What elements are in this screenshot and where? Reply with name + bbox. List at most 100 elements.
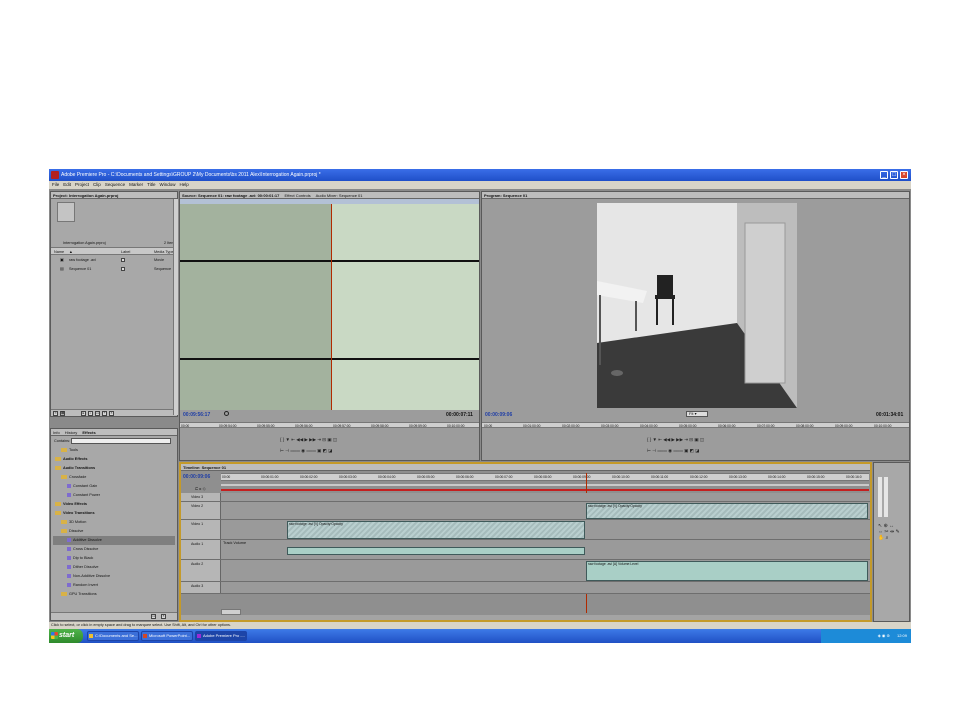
clip-audio-1[interactable] (287, 547, 585, 555)
tab-effect-controls[interactable]: Effect Controls (285, 193, 311, 198)
tab-timeline[interactable]: Timeline: Sequence 01 (183, 465, 226, 470)
effects-item-constant-gain[interactable]: Constant Gain (53, 482, 175, 491)
tab-audio-mixer[interactable]: Audio Mixer: Sequence 01 (316, 193, 363, 198)
clock[interactable]: 12:09 (897, 633, 907, 638)
menu-item-sequence[interactable]: Sequence (105, 182, 125, 187)
track-header-audio-2[interactable]: Audio 2 (181, 560, 221, 581)
label-swatch[interactable] (121, 258, 125, 262)
taskbar-item-powerpoint[interactable]: Microsoft PowerPoint... (141, 631, 193, 641)
effects-item-audio-effects[interactable]: Audio Effects (53, 455, 175, 464)
effects-item-audio-transitions[interactable]: Audio Transitions (53, 464, 175, 473)
new-bin-icon[interactable]: ▭ (151, 614, 156, 619)
minimize-button[interactable]: _ (880, 171, 888, 179)
zoom-select[interactable]: Fit ▾ (686, 411, 708, 417)
effects-item-crossfade[interactable]: Crossfade (53, 473, 175, 482)
col-name[interactable]: Name (54, 248, 64, 256)
new-bin-icon[interactable]: ▭ (95, 411, 100, 416)
col-media-type[interactable]: Media Type (154, 248, 174, 256)
menu-item-marker[interactable]: Marker (129, 182, 143, 187)
menu-item-edit[interactable]: Edit (63, 182, 71, 187)
timeline-scrollbar[interactable] (181, 615, 870, 620)
timeline-time-ruler[interactable]: 00:00 00:00:01:00 00:00:02:00 00:00:03:00 00… (221, 473, 869, 481)
tab-effects[interactable]: Effects (82, 430, 95, 435)
tab-history[interactable]: History (65, 430, 77, 435)
source-transport-controls[interactable]: { } ▼ ⇤ ◀◀ ▶ ▶▶ ⇥ ⊟ ▣ ◫ (280, 437, 337, 443)
track-header-video-1[interactable]: Video 1 (181, 520, 221, 539)
effects-item-gpu-transitions[interactable]: GPU Transitions (53, 590, 175, 599)
effects-item-random-invert[interactable]: Random Invert (53, 581, 175, 590)
trash-icon[interactable]: × (161, 614, 166, 619)
label-swatch[interactable] (121, 267, 125, 271)
new-item-icon[interactable]: + (102, 411, 107, 416)
tab-info[interactable]: Info (53, 430, 60, 435)
title-bar[interactable]: Adobe Premiere Pro - C:\Documents and Se… (49, 169, 911, 181)
tray-icons[interactable]: ◈ ◉ ⊛ (878, 633, 890, 638)
clip-video-1-raw-footage[interactable]: raw footage .avi [V] Opacity:Opacity (287, 521, 585, 539)
effects-item-cross-dissolve[interactable]: Cross Dissolve (53, 545, 175, 554)
source-jog-controls[interactable]: ⊢ ⊣ ═══ ◉ ═══ ▣ ◩ ◪ (280, 448, 332, 454)
tab-source[interactable]: Source: Sequence 01: raw footage .avi: 0… (182, 193, 279, 198)
timeline-snap-controls[interactable]: ⊏ ▸ ◇ (195, 486, 206, 491)
project-filename: Interrogation Again.prproj (63, 241, 106, 245)
effects-item-video-effects[interactable]: Video Effects (53, 500, 175, 509)
taskbar-item-premiere[interactable]: Adobe Premiere Pro -... (195, 631, 247, 641)
track-volume-label[interactable]: Track Volume (223, 541, 246, 545)
track-header-video-2[interactable]: Video 2 (181, 502, 221, 519)
program-video-frame[interactable] (597, 203, 797, 408)
effects-item-video-transitions[interactable]: Video Transitions (53, 509, 175, 518)
track-video-3[interactable]: Video 3 (181, 493, 870, 502)
track-header-video-3[interactable]: Video 3 (181, 493, 221, 501)
program-timecode-current[interactable]: 00:00:09:06 (485, 412, 512, 418)
effects-search-input[interactable] (71, 438, 171, 444)
menu-item-title[interactable]: Title (147, 182, 155, 187)
project-item-sequence[interactable]: ▤ Sequence 01 Sequence (51, 265, 177, 273)
clock-icon[interactable] (224, 411, 229, 416)
track-header-audio-3[interactable]: Audio 3 (181, 582, 221, 593)
project-scrollbar[interactable] (173, 199, 178, 415)
start-button[interactable]: start (49, 629, 83, 643)
close-button[interactable]: × (900, 171, 908, 179)
project-item-raw-footage[interactable]: ▣ raw footage .avi Movie (51, 256, 177, 264)
source-timecode-current[interactable]: 00:09:56:17 (183, 412, 210, 418)
track-header-audio-1[interactable]: Audio 1 (181, 540, 221, 559)
effects-item-tools[interactable]: Tools (53, 446, 175, 455)
track-audio-2[interactable]: Audio 2 raw footage .avi [A] Volume:Leve… (181, 560, 870, 582)
track-audio-3[interactable]: Audio 3 (181, 582, 870, 594)
waveform-unplayed-region[interactable] (331, 204, 479, 410)
taskbar-item-explorer[interactable]: C:\Documents and Se... (87, 631, 139, 641)
track-video-2[interactable]: Video 2 raw footage .avi [V] Opacity:Opa… (181, 502, 870, 520)
program-jog-controls[interactable]: ⊢ ⊣ ═══ ◉ ═══ ▣ ◩ ◪ (647, 448, 699, 454)
work-area-bar[interactable] (221, 484, 869, 486)
menu-item-project[interactable]: Project (75, 182, 89, 187)
source-time-ruler[interactable]: 00;00 00:09:54:00 00:09:55:00 00:09:56:00 00… (180, 422, 479, 428)
tab-program[interactable]: Program: Sequence 01 (484, 193, 527, 198)
effects-item-3d-motion[interactable]: 3D Motion (53, 518, 175, 527)
menu-item-window[interactable]: Window (159, 182, 175, 187)
icon-view-icon[interactable]: ▦ (60, 411, 65, 416)
effects-item-dip-to-black[interactable]: Dip to Black (53, 554, 175, 563)
find-icon[interactable]: ⌕ (88, 411, 93, 416)
tab-project[interactable]: Project: Interrogation Again.prproj (53, 193, 118, 198)
menu-item-file[interactable]: File (52, 182, 59, 187)
trash-icon[interactable]: × (109, 411, 114, 416)
source-playhead[interactable] (331, 204, 332, 410)
track-audio-1[interactable]: Audio 1 Track Volume (181, 540, 870, 560)
effects-item-additive-dissolve[interactable]: Additive Dissolve (53, 536, 175, 545)
effects-item-constant-power[interactable]: Constant Power (53, 491, 175, 500)
effects-item-dissolve[interactable]: Dissolve (53, 527, 175, 536)
effects-item-dither-dissolve[interactable]: Dither Dissolve (53, 563, 175, 572)
automate-icon[interactable]: ▸ (81, 411, 86, 416)
tool-palette[interactable]: ↖ ⊕ ↔ ⇔ ✂ ⇹ ✎ ✋ ⌕ (878, 523, 900, 541)
program-time-ruler[interactable]: 00:00 00:01:00:00 00:02:00:00 00:03:00:00 00… (482, 422, 909, 428)
menu-item-clip[interactable]: Clip (93, 182, 101, 187)
col-label[interactable]: Label (121, 248, 130, 256)
clip-video-2-raw-footage[interactable]: raw footage .avi [V] Opacity:Opacity (586, 503, 868, 519)
maximize-button[interactable]: □ (890, 171, 898, 179)
effects-item-non-additive-dissolve[interactable]: Non-Additive Dissolve (53, 572, 175, 581)
list-view-icon[interactable]: ≡ (53, 411, 58, 416)
clip-audio-2-raw-footage[interactable]: raw footage .avi [A] Volume:Level (586, 561, 868, 581)
program-transport-controls[interactable]: { } ▼ ⇤ ◀◀ ▶ ▶▶ ⇥ ⊟ ▣ ◫ (647, 437, 704, 443)
timeline-timecode[interactable]: 00:00:09:06 (183, 474, 210, 480)
menu-item-help[interactable]: Help (179, 182, 188, 187)
track-video-1[interactable]: Video 1 raw footage .avi [V] Opacity:Opa… (181, 520, 870, 540)
